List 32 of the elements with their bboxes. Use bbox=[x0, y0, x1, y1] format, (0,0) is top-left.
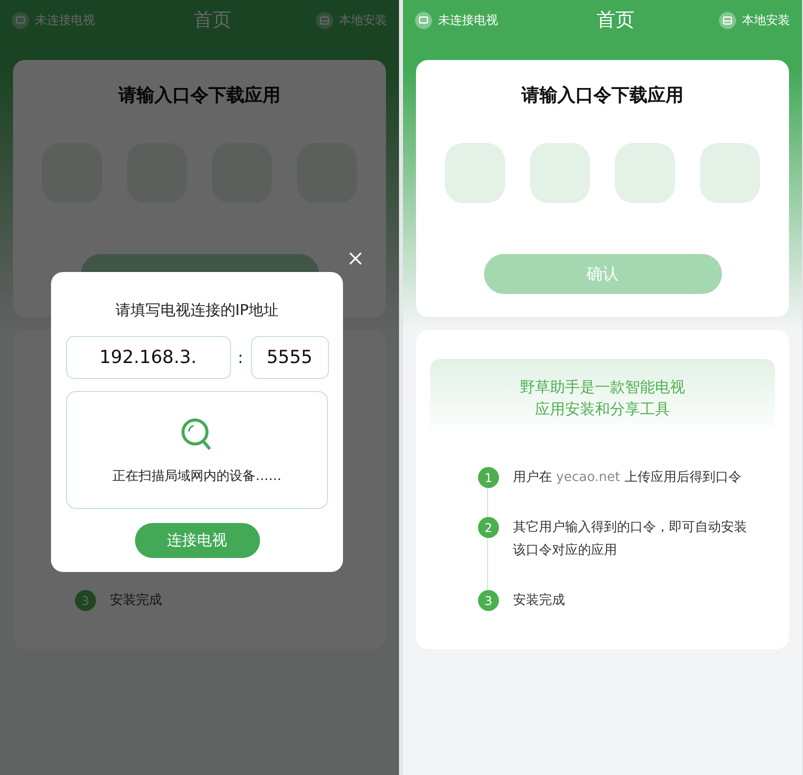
local-install-link[interactable]: 本地安装 bbox=[742, 12, 790, 28]
tv-status-link[interactable]: 未连接电视 bbox=[35, 12, 95, 28]
card-title: 请输入口令下载应用 bbox=[522, 84, 684, 108]
code-input-box[interactable] bbox=[530, 143, 590, 203]
step-text: 用户在 yecao.net 上传应用后得到口令 bbox=[513, 469, 742, 487]
connect-tv-button[interactable]: 连接电视 bbox=[134, 523, 260, 558]
install-icon bbox=[719, 12, 736, 28]
step-text: 其它用户输入得到的口令，即可自动安装该口令对应的应用 bbox=[513, 519, 748, 560]
website-link[interactable]: yecao.net bbox=[556, 470, 620, 485]
ip-address-field[interactable]: 192.168.3. bbox=[66, 336, 230, 379]
dialog-title: 请填写电视连接的IP地址 bbox=[115, 300, 279, 321]
banner-text: 野草助手是一款智能电视 bbox=[520, 377, 685, 398]
close-icon[interactable] bbox=[349, 252, 362, 265]
step-text: 安装完成 bbox=[110, 592, 163, 610]
local-install-link[interactable]: 本地安装 bbox=[339, 12, 387, 28]
code-input-box[interactable] bbox=[615, 143, 675, 203]
step-text: 安装完成 bbox=[513, 592, 566, 610]
step-number: 3 bbox=[478, 590, 499, 611]
ip-port-separator: : bbox=[236, 348, 244, 367]
tv-status-link[interactable]: 未连接电视 bbox=[438, 12, 498, 28]
step-number: 2 bbox=[478, 517, 499, 538]
step-number: 3 bbox=[75, 590, 96, 611]
card-title: 请输入口令下载应用 bbox=[118, 84, 280, 108]
code-input-box[interactable] bbox=[445, 143, 505, 203]
page-title: 首页 bbox=[596, 8, 634, 33]
code-input-box[interactable] bbox=[700, 143, 760, 203]
tv-icon bbox=[415, 12, 432, 28]
scan-status: 正在扫描局域网内的设备…… bbox=[112, 468, 282, 485]
banner-text: 应用安装和分享工具 bbox=[534, 399, 671, 420]
port-field[interactable]: 5555 bbox=[250, 336, 328, 379]
page-title: 首页 bbox=[194, 8, 232, 33]
step-number: 1 bbox=[478, 467, 499, 488]
